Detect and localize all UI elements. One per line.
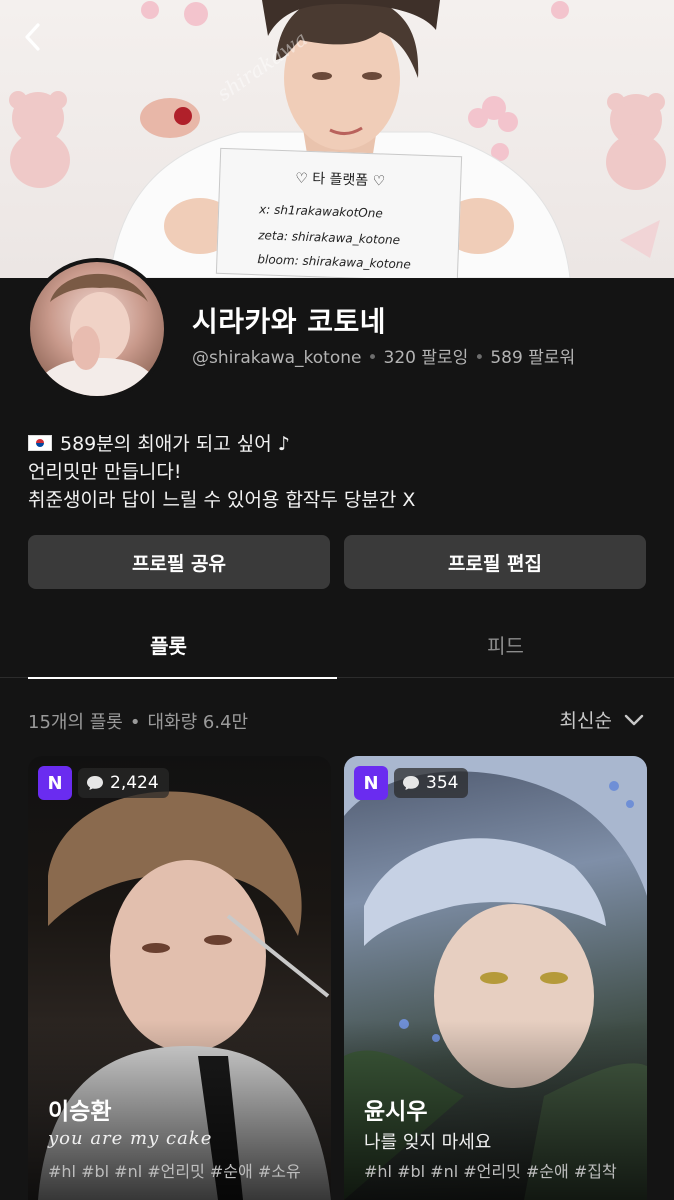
new-badge: N — [38, 766, 72, 800]
tab-plots[interactable]: 플롯 — [0, 610, 337, 679]
bio-line: 취준생이라 답이 느릴 수 있어용 합작두 당분간 X — [28, 489, 416, 511]
profile-name: 시라카와 코토네 — [192, 305, 387, 338]
back-button[interactable] — [22, 22, 62, 62]
card-tags: #hl #bl #nl #언리밋 #순애 #소유 — [48, 1162, 301, 1181]
avatar-illustration — [30, 273, 164, 396]
separator-dot: • — [367, 348, 378, 368]
new-badge: N — [354, 766, 388, 800]
chat-count: 2,424 — [110, 773, 159, 793]
chat-count: 354 — [426, 773, 459, 793]
tab-feed[interactable]: 피드 — [337, 610, 674, 678]
follower-count[interactable]: 589 팔로워 — [490, 348, 575, 368]
chevron-down-icon — [624, 714, 644, 725]
sign-line: zeta: shirakawa_kotone — [258, 228, 401, 248]
chevron-left-icon — [25, 23, 40, 51]
korea-flag-icon — [28, 435, 52, 451]
avatar-frame — [26, 258, 168, 400]
share-profile-button[interactable]: 프로필 공유 — [28, 535, 330, 589]
profile-meta: @shirakawa_kotone • 320 팔로잉 • 589 팔로워 — [192, 343, 575, 368]
sort-dropdown[interactable]: 최신순 — [560, 706, 644, 733]
card-tags: #hl #bl #nl #언리밋 #순애 #집착 — [364, 1162, 617, 1181]
banner-sign: ♡ 타 플랫폼 ♡ x: sh1rakawakotOne zeta: shira… — [215, 147, 463, 278]
sign-line: bloom: shirakawa_kotone — [257, 252, 412, 272]
profile-bio: 589분의 최애가 되고 싶어 ♪ 언리밋만 만듭니다! 취준생이라 답이 느릴… — [28, 430, 415, 514]
profile-banner: shirakawa ♡ 타 플랫폼 ♡ x: sh1rakawakotOne z… — [0, 0, 674, 278]
sort-label: 최신순 — [559, 710, 612, 732]
card-title: 윤시우 — [364, 1099, 428, 1125]
following-count[interactable]: 320 팔로잉 — [384, 348, 469, 368]
bio-line: 589분의 최애가 되고 싶어 ♪ — [28, 430, 415, 458]
separator-dot: • — [129, 712, 141, 733]
chat-count-badge: 354 — [394, 768, 469, 798]
edit-profile-button[interactable]: 프로필 편집 — [344, 535, 646, 589]
avatar[interactable] — [30, 262, 164, 396]
plot-count: 15개의 플롯 — [28, 712, 123, 733]
bio-line: 언리밋만 만듭니다! — [28, 461, 182, 483]
separator-dot: • — [474, 348, 485, 368]
profile-handle: @shirakawa_kotone — [192, 348, 362, 368]
sign-title: ♡ 타 플랫폼 ♡ — [294, 170, 386, 190]
plot-summary: 15개의 플롯 • 대화량 6.4만 — [28, 708, 248, 734]
chat-volume: 대화량 6.4만 — [147, 712, 249, 733]
chat-bubble-icon — [403, 776, 419, 790]
card-title: 이승환 — [48, 1099, 112, 1125]
plot-card[interactable]: N 354 윤시우 나를 잊지 마세요 #hl #bl #nl #언리밋 #순애… — [344, 756, 647, 1200]
chat-count-badge: 2,424 — [78, 768, 169, 798]
plot-card[interactable]: N 2,424 이승환 you are my cake #hl #bl #nl … — [28, 756, 331, 1200]
sign-line: x: sh1rakawakotOne — [258, 202, 383, 221]
bio-line-text: 589분의 최애가 되고 싶어 ♪ — [60, 433, 290, 455]
card-subtitle: you are my cake — [48, 1128, 213, 1149]
profile-tabs: 플롯 피드 — [0, 610, 674, 679]
chat-bubble-icon — [87, 776, 103, 790]
card-subtitle: 나를 잊지 마세요 — [364, 1132, 492, 1153]
